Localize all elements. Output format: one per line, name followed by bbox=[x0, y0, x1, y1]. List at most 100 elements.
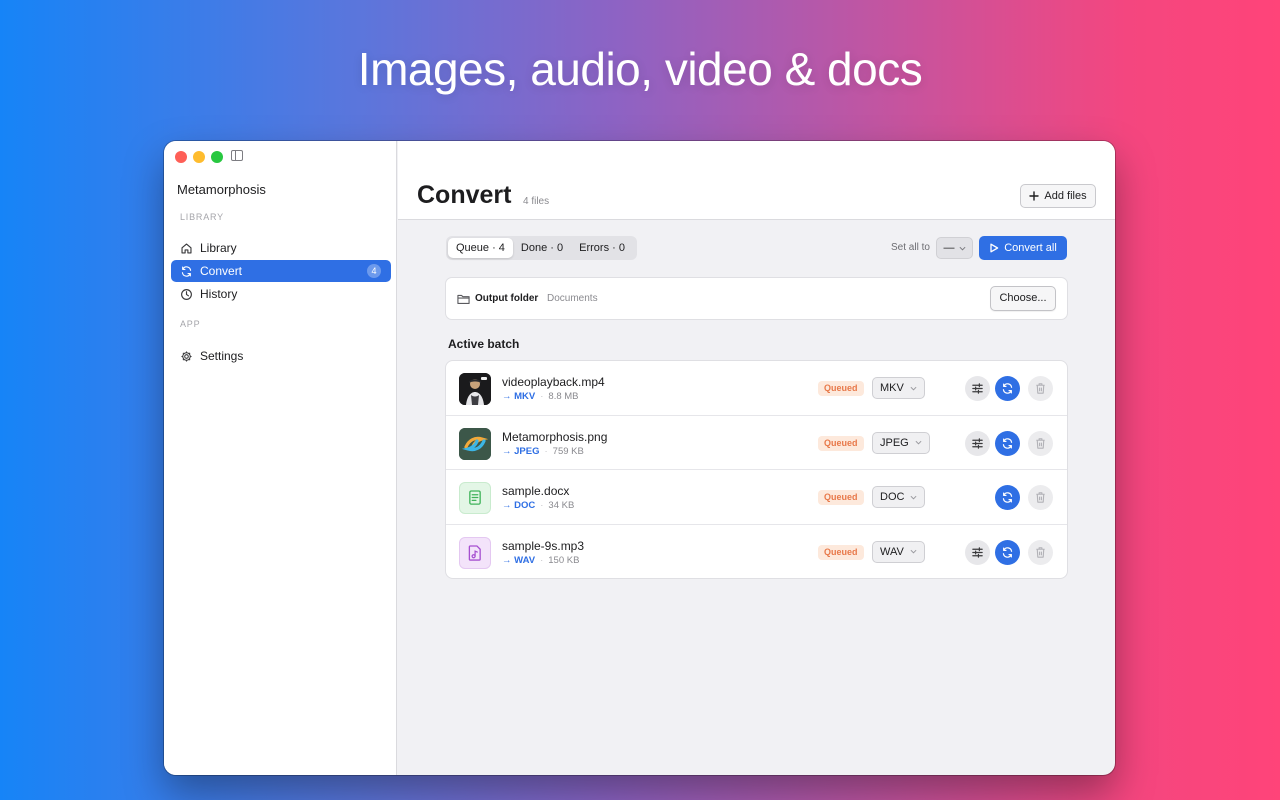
target-format: → WAV bbox=[502, 554, 536, 566]
app-name: Metamorphosis bbox=[177, 182, 266, 197]
sidebar-item-label: History bbox=[200, 287, 238, 301]
add-files-button[interactable]: Add files bbox=[1020, 184, 1096, 208]
file-name: sample-9s.mp3 bbox=[502, 538, 585, 553]
format-select[interactable]: DOC bbox=[872, 486, 926, 508]
remove-file-button[interactable] bbox=[1028, 430, 1053, 456]
app-logo-image bbox=[459, 427, 491, 460]
file-settings-button[interactable] bbox=[965, 539, 990, 565]
sidebar-item-convert[interactable]: Convert 4 bbox=[171, 260, 391, 282]
remove-file-button[interactable] bbox=[1028, 485, 1053, 510]
zoom-window-button[interactable] bbox=[211, 151, 223, 163]
output-folder-card: Output folder Documents Choose... bbox=[445, 277, 1068, 320]
document-icon bbox=[459, 482, 491, 514]
chevron-down-icon bbox=[959, 246, 965, 251]
trash-icon bbox=[1036, 492, 1045, 503]
convert-file-button[interactable] bbox=[995, 376, 1020, 401]
remove-file-button[interactable] bbox=[1028, 539, 1053, 565]
file-settings-button[interactable] bbox=[965, 376, 990, 401]
format-select[interactable]: WAV bbox=[872, 540, 925, 563]
tab-done[interactable]: Done · 0 bbox=[513, 238, 571, 258]
set-all-label: Set all to bbox=[891, 242, 930, 253]
sidebar-item-settings[interactable]: Settings bbox=[171, 345, 391, 367]
format-value: MKV bbox=[880, 382, 904, 394]
sidebar: Metamorphosis LIBRARY Library Convert 4 … bbox=[164, 141, 397, 775]
set-all-value: — bbox=[943, 242, 955, 254]
chevron-down-icon bbox=[910, 549, 917, 554]
convert-all-label: Convert all bbox=[1004, 242, 1057, 254]
section-label-library: LIBRARY bbox=[180, 212, 224, 222]
meta-separator: · bbox=[544, 445, 548, 457]
chevron-down-icon bbox=[910, 495, 917, 500]
target-format: → MKV bbox=[502, 391, 536, 402]
play-icon bbox=[990, 243, 999, 253]
tab-queue[interactable]: Queue · 4 bbox=[448, 238, 513, 258]
file-settings-button[interactable] bbox=[965, 430, 990, 456]
add-files-label: Add files bbox=[1044, 190, 1087, 202]
minimize-window-button[interactable] bbox=[193, 151, 205, 163]
sidebar-item-label: Library bbox=[200, 241, 237, 255]
status-badge: Queued bbox=[818, 381, 864, 396]
sliders-icon bbox=[972, 383, 983, 394]
list-item: videoplayback.mp4 → MKV · 8.8 MB Queued … bbox=[446, 361, 1067, 416]
sidebar-toggle-icon[interactable] bbox=[231, 150, 243, 161]
format-select[interactable]: MKV bbox=[872, 377, 925, 399]
list-item: Metamorphosis.png → JPEG · 759 KB Queued… bbox=[446, 416, 1067, 470]
file-meta: → JPEG · 759 KB bbox=[502, 446, 584, 457]
file-count: 4 files bbox=[523, 196, 550, 207]
sidebar-item-label: Convert bbox=[200, 264, 243, 278]
sliders-icon bbox=[972, 546, 983, 558]
video-thumbnail bbox=[459, 373, 491, 405]
sidebar-item-library[interactable]: Library bbox=[171, 237, 391, 259]
batch-title: Active batch bbox=[448, 337, 520, 351]
folder-icon bbox=[457, 294, 470, 305]
file-name: videoplayback.mp4 bbox=[502, 375, 605, 389]
file-size: 8.8 MB bbox=[548, 391, 579, 402]
target-format: → JPEG bbox=[502, 445, 540, 457]
meta-separator: · bbox=[540, 500, 544, 511]
close-window-button[interactable] bbox=[175, 151, 187, 163]
convert-file-button[interactable] bbox=[995, 430, 1020, 456]
list-item: sample.docx → DOC · 34 KB Queued DOC bbox=[446, 470, 1067, 525]
trash-icon bbox=[1036, 546, 1045, 558]
file-name: sample.docx bbox=[502, 484, 570, 498]
tab-errors[interactable]: Errors · 0 bbox=[571, 238, 633, 258]
convert-cycle-icon bbox=[181, 265, 192, 277]
sidebar-item-label: Settings bbox=[200, 349, 244, 363]
main-content: Convert 4 files Add files Queue · 4 Done… bbox=[398, 141, 1115, 775]
status-badge: Queued bbox=[818, 435, 864, 451]
convert-file-button[interactable] bbox=[995, 485, 1020, 510]
convert-all-button[interactable]: Convert all bbox=[979, 236, 1067, 260]
chevron-down-icon bbox=[915, 440, 922, 445]
chevron-down-icon bbox=[910, 386, 917, 391]
status-badge: Queued bbox=[818, 490, 864, 505]
window-controls bbox=[175, 151, 223, 163]
set-all-format-select[interactable]: — bbox=[936, 237, 973, 259]
file-meta: → WAV · 150 KB bbox=[502, 555, 579, 566]
audio-file-icon bbox=[459, 536, 491, 569]
remove-file-button[interactable] bbox=[1028, 376, 1053, 401]
headline: Images, audio, video & docs bbox=[357, 43, 923, 95]
trash-icon bbox=[1036, 437, 1045, 449]
plus-icon bbox=[1029, 191, 1040, 201]
trash-icon bbox=[1036, 383, 1045, 394]
sliders-icon bbox=[972, 437, 983, 449]
format-value: DOC bbox=[880, 491, 905, 503]
file-size: 150 KB bbox=[548, 554, 580, 566]
page-title: Convert bbox=[417, 181, 512, 209]
sidebar-item-history[interactable]: History bbox=[171, 283, 391, 305]
format-value: WAV bbox=[880, 545, 904, 558]
count-badge: 4 bbox=[367, 264, 381, 278]
file-meta: → MKV · 8.8 MB bbox=[502, 391, 579, 402]
document-glyph bbox=[469, 490, 481, 505]
file-size: 34 KB bbox=[548, 500, 575, 511]
house-icon bbox=[181, 242, 192, 254]
format-select[interactable]: JPEG bbox=[872, 431, 930, 454]
choose-folder-button[interactable]: Choose... bbox=[990, 286, 1056, 311]
list-item: sample-9s.mp3 → WAV · 150 KB Queued WAV bbox=[446, 525, 1067, 579]
file-name: Metamorphosis.png bbox=[502, 429, 608, 444]
app-window: Metamorphosis LIBRARY Library Convert 4 … bbox=[164, 141, 1115, 775]
output-folder-path: Documents bbox=[547, 293, 598, 304]
audio-file-glyph bbox=[468, 544, 481, 561]
convert-file-button[interactable] bbox=[995, 539, 1020, 565]
convert-cycle-icon bbox=[1002, 437, 1013, 449]
